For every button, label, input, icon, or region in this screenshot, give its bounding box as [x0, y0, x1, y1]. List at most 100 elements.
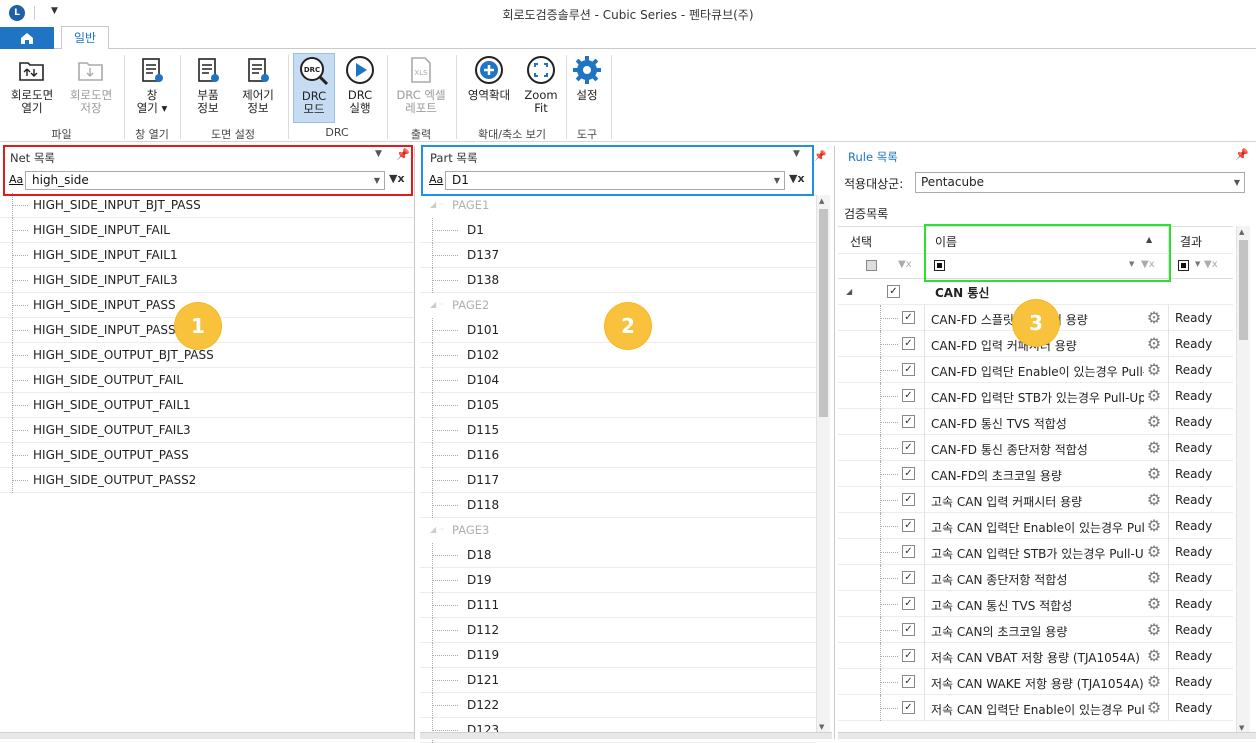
- part-list-item[interactable]: D119: [420, 643, 816, 668]
- rule-select-checkbox[interactable]: ✓: [902, 311, 915, 324]
- part-list-item[interactable]: D1: [420, 218, 816, 243]
- rule-settings-gear-icon[interactable]: ⚙: [1144, 465, 1164, 483]
- collapse-icon[interactable]: ◢ ··: [430, 300, 444, 309]
- zoom-fit-button[interactable]: Zoom Fit: [520, 53, 562, 115]
- part-list-item[interactable]: D121: [420, 668, 816, 693]
- rule-row[interactable]: ✓ 저속 CAN 입력단 Enable이 있는경우 Pull- ⚙ Ready: [838, 695, 1233, 721]
- page-group-header[interactable]: ◢ ·· PAGE3: [420, 518, 816, 543]
- part-info-button[interactable]: 부품 정보: [186, 53, 230, 115]
- select-all-filter-checkbox[interactable]: [866, 260, 877, 271]
- rule-row[interactable]: ✓ 고속 CAN 입력단 Enable이 있는경우 Pull- ⚙ Ready: [838, 513, 1233, 539]
- pin-icon[interactable]: 📌: [1235, 148, 1249, 161]
- rule-row[interactable]: ✓ CAN-FD 입력단 STB가 있는경우 Pull-Up, ⚙ Ready: [838, 383, 1233, 409]
- rule-select-checkbox[interactable]: ✓: [902, 467, 915, 480]
- panel-divider[interactable]: [834, 146, 835, 739]
- part-vertical-scrollbar[interactable]: ▲ ▼: [816, 195, 830, 735]
- target-group-select[interactable]: Pentacube ▼: [915, 172, 1245, 193]
- net-list-item[interactable]: HIGH_SIDE_OUTPUT_PASS2: [0, 468, 414, 493]
- drc-run-button[interactable]: DRC 실행: [339, 53, 381, 115]
- result-filter-checkbox[interactable]: [1178, 260, 1189, 271]
- scroll-thumb[interactable]: [1239, 240, 1248, 340]
- rule-settings-gear-icon[interactable]: ⚙: [1144, 543, 1164, 561]
- chevron-down-icon[interactable]: ▼: [1195, 260, 1200, 268]
- rule-select-checkbox[interactable]: ✓: [902, 675, 915, 688]
- open-window-button[interactable]: 창 열기 ▾: [130, 53, 174, 115]
- clear-filter-icon[interactable]: ▼x: [898, 259, 912, 270]
- rule-settings-gear-icon[interactable]: ⚙: [1144, 673, 1164, 691]
- rule-row[interactable]: ✓ CAN-FD 입력단 Enable이 있는경우 Pull-Up ⚙ Ready: [838, 357, 1233, 383]
- zoom-in-area-button[interactable]: 영역확대: [462, 53, 516, 102]
- part-list-item[interactable]: D112: [420, 618, 816, 643]
- scroll-down-icon[interactable]: ▼: [1239, 724, 1244, 732]
- rule-settings-gear-icon[interactable]: ⚙: [1144, 491, 1164, 509]
- rule-select-checkbox[interactable]: ✓: [902, 701, 915, 714]
- part-list-item[interactable]: D105: [420, 393, 816, 418]
- net-horizontal-scrollbar[interactable]: [0, 732, 414, 739]
- rule-settings-gear-icon[interactable]: ⚙: [1144, 517, 1164, 535]
- rule-row[interactable]: ✓ 저속 CAN WAKE 저항 용량 (TJA1054A) ⚙ Ready: [838, 669, 1233, 695]
- rule-settings-gear-icon[interactable]: ⚙: [1144, 647, 1164, 665]
- part-list-item[interactable]: D118: [420, 493, 816, 518]
- rule-row[interactable]: ✓ CAN-FD 통신 TVS 적합성 ⚙ Ready: [838, 409, 1233, 435]
- rule-settings-gear-icon[interactable]: ⚙: [1144, 595, 1164, 613]
- clear-filter-icon[interactable]: ▼x: [1204, 259, 1218, 270]
- tab-home[interactable]: 일반: [61, 26, 109, 50]
- part-list-item[interactable]: D104: [420, 368, 816, 393]
- group-checkbox[interactable]: ✓: [887, 285, 900, 298]
- rule-select-checkbox[interactable]: ✓: [902, 597, 915, 610]
- column-header-result[interactable]: 결과: [1180, 233, 1202, 250]
- scroll-down-icon[interactable]: ▼: [819, 723, 824, 731]
- rule-row[interactable]: ✓ 고속 CAN 통신 TVS 적합성 ⚙ Ready: [838, 591, 1233, 617]
- rule-row[interactable]: ✓ CAN-FD의 초크코일 용량 ⚙ Ready: [838, 461, 1233, 487]
- part-list-item[interactable]: D116: [420, 443, 816, 468]
- rule-row[interactable]: ✓ 저속 CAN VBAT 저항 용량 (TJA1054A) ⚙ Ready: [838, 643, 1233, 669]
- rule-select-checkbox[interactable]: ✓: [902, 441, 915, 454]
- open-schematic-button[interactable]: 회로도면 열기: [5, 53, 59, 115]
- scroll-up-icon[interactable]: ▲: [1239, 228, 1244, 236]
- rule-select-checkbox[interactable]: ✓: [902, 623, 915, 636]
- pin-icon[interactable]: 📌: [814, 151, 826, 162]
- rule-row[interactable]: ✓ 고속 CAN 입력 커패시터 용량 ⚙ Ready: [838, 487, 1233, 513]
- part-list-item[interactable]: D122: [420, 693, 816, 718]
- rule-settings-gear-icon[interactable]: ⚙: [1144, 439, 1164, 457]
- net-list-item[interactable]: HIGH_SIDE_OUTPUT_FAIL: [0, 368, 414, 393]
- rule-select-checkbox[interactable]: ✓: [902, 519, 915, 532]
- part-list-item[interactable]: D111: [420, 593, 816, 618]
- part-list-item[interactable]: D115: [420, 418, 816, 443]
- net-list-item[interactable]: HIGH_SIDE_INPUT_FAIL: [0, 218, 414, 243]
- part-list-item[interactable]: D117: [420, 468, 816, 493]
- rule-horizontal-scrollbar[interactable]: [838, 732, 1256, 739]
- rule-settings-gear-icon[interactable]: ⚙: [1144, 309, 1164, 327]
- rule-select-checkbox[interactable]: ✓: [902, 649, 915, 662]
- panel-divider[interactable]: [414, 146, 415, 739]
- rule-select-checkbox[interactable]: ✓: [902, 545, 915, 558]
- part-list-item[interactable]: D138: [420, 268, 816, 293]
- rule-settings-gear-icon[interactable]: ⚙: [1144, 413, 1164, 431]
- rule-select-checkbox[interactable]: ✓: [902, 415, 915, 428]
- scroll-thumb[interactable]: [819, 209, 828, 417]
- rule-select-checkbox[interactable]: ✓: [902, 337, 915, 350]
- rule-settings-gear-icon[interactable]: ⚙: [1144, 621, 1164, 639]
- save-schematic-button[interactable]: 회로도면 저장: [64, 53, 118, 115]
- page-group-header[interactable]: ◢ ·· PAGE1: [420, 193, 816, 218]
- part-list-item[interactable]: D137: [420, 243, 816, 268]
- chevron-down-icon[interactable]: ▼: [1234, 173, 1240, 192]
- collapse-icon[interactable]: ◢: [846, 287, 852, 296]
- rule-row[interactable]: ✓ CAN-FD 통신 종단저항 적합성 ⚙ Ready: [838, 435, 1233, 461]
- rule-settings-gear-icon[interactable]: ⚙: [1144, 387, 1164, 405]
- collapse-icon[interactable]: ◢ ··: [430, 200, 444, 209]
- part-horizontal-scrollbar[interactable]: [420, 732, 832, 739]
- rule-vertical-scrollbar[interactable]: ▲ ▼: [1236, 226, 1250, 736]
- drc-excel-report-button[interactable]: XLS DRC 엑셀 레포트: [392, 53, 450, 115]
- part-list-item[interactable]: D18: [420, 543, 816, 568]
- drc-mode-button[interactable]: DRC DRC 모드: [293, 53, 335, 123]
- scroll-up-icon[interactable]: ▲: [819, 197, 824, 205]
- rule-row[interactable]: ✓ 고속 CAN 입력단 STB가 있는경우 Pull-Up ⚙ Ready: [838, 539, 1233, 565]
- control-info-button[interactable]: 제어기 정보: [236, 53, 280, 115]
- file-menu-tab[interactable]: [0, 27, 54, 49]
- net-list-item[interactable]: HIGH_SIDE_INPUT_FAIL1: [0, 243, 414, 268]
- rule-settings-gear-icon[interactable]: ⚙: [1144, 335, 1164, 353]
- net-list-item[interactable]: HIGH_SIDE_INPUT_FAIL3: [0, 268, 414, 293]
- part-list-item[interactable]: D19: [420, 568, 816, 593]
- rule-select-checkbox[interactable]: ✓: [902, 571, 915, 584]
